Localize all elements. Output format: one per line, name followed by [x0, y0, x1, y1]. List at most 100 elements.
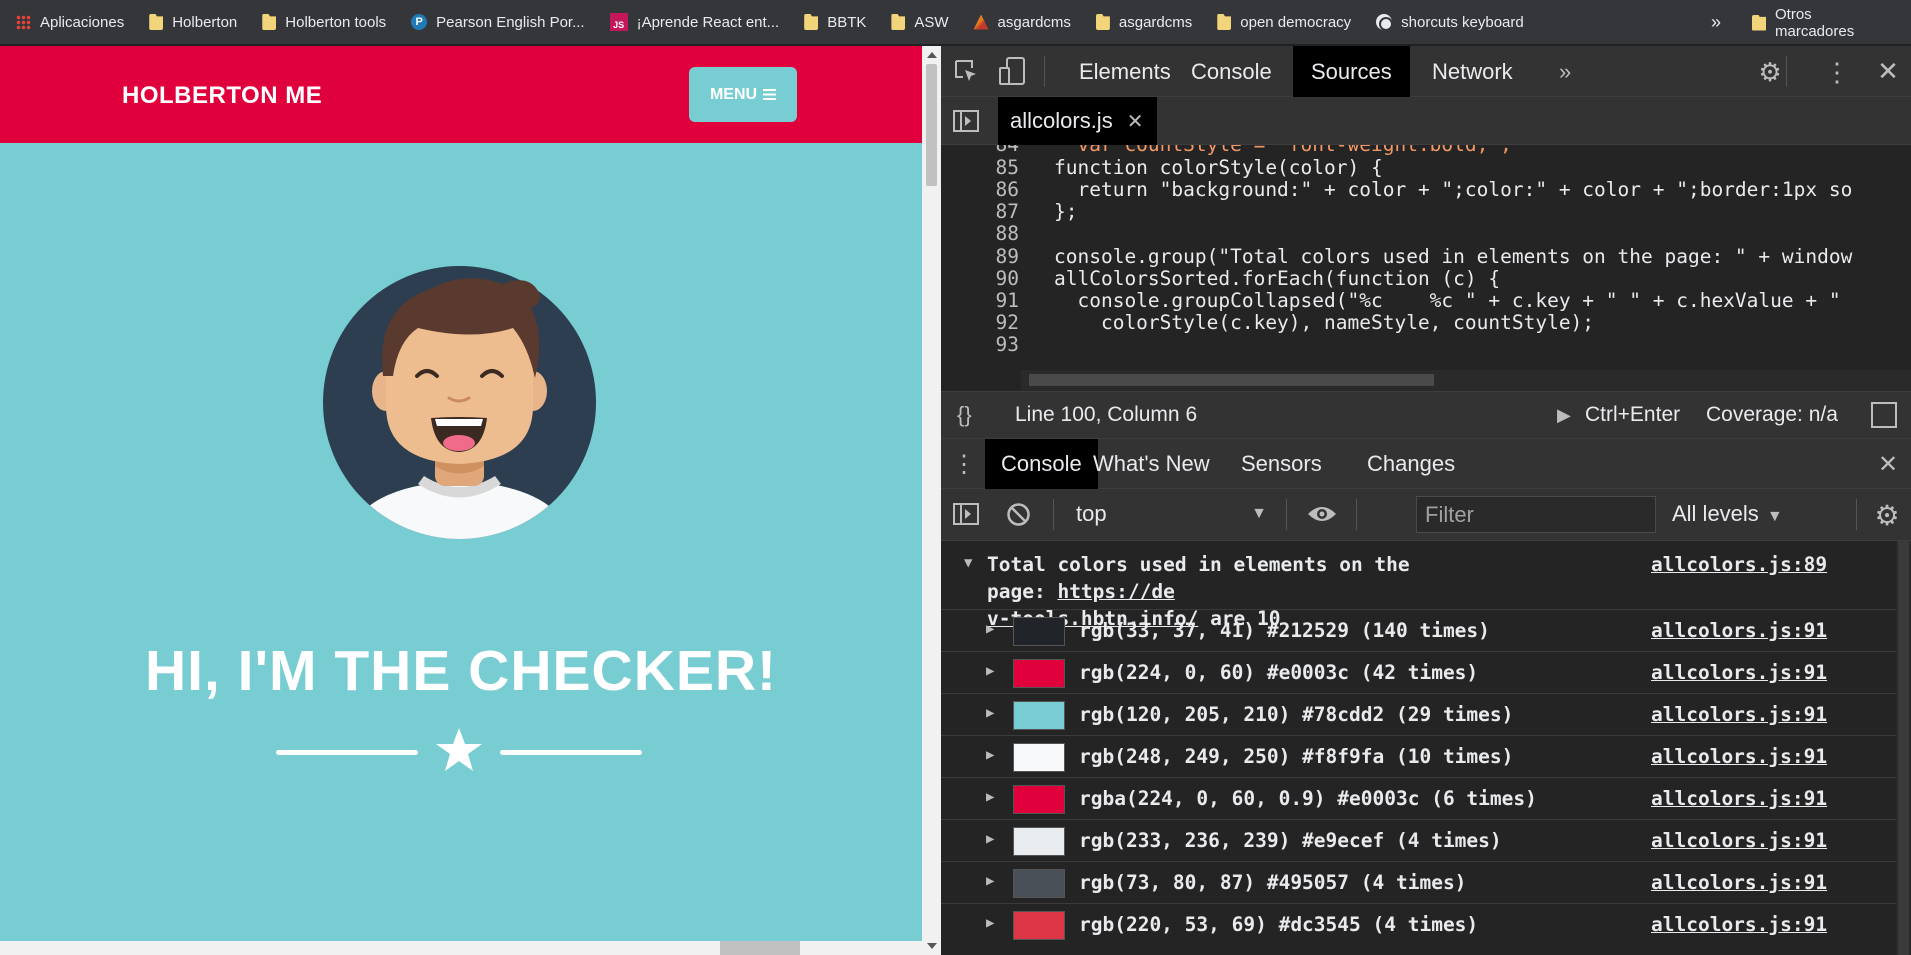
- folder-icon: [1217, 14, 1232, 30]
- pretty-print-icon[interactable]: {}: [957, 392, 972, 438]
- settings-gear-icon[interactable]: ⚙: [1757, 57, 1783, 87]
- console-filter-input[interactable]: [1416, 496, 1656, 533]
- console-vertical-scrollbar[interactable]: [1896, 541, 1911, 955]
- file-tab-label: allcolors.js: [1010, 108, 1113, 133]
- asgardcms-icon: [973, 14, 989, 30]
- scrollbar-thumb[interactable]: [1898, 541, 1909, 955]
- bookmark-shortcuts-keyboard[interactable]: shorcuts keyboard: [1376, 14, 1524, 31]
- toggle-navigator-icon[interactable]: [953, 109, 979, 133]
- collapsed-triangle-icon[interactable]: ▶: [986, 789, 994, 805]
- page-horizontal-scrollbar[interactable]: [0, 941, 922, 955]
- more-options-icon[interactable]: ⋮: [1824, 57, 1850, 87]
- expanded-triangle-icon[interactable]: ▼: [964, 555, 972, 571]
- collapsed-triangle-icon[interactable]: ▶: [986, 747, 994, 763]
- device-toolbar-icon[interactable]: [998, 56, 1026, 86]
- code-editor[interactable]: 84 var countStyle = "font-weight:bold;";…: [941, 145, 1911, 391]
- scrollbar-thumb[interactable]: [1029, 374, 1434, 386]
- console-output: ▼ Total colors used in elements on the p…: [941, 541, 1911, 955]
- run-shortcut[interactable]: Ctrl+Enter: [1585, 392, 1680, 438]
- source-link[interactable]: allcolors.js:91: [1651, 694, 1827, 736]
- collapsed-triangle-icon[interactable]: ▶: [986, 915, 994, 931]
- bookmark-aprende-react[interactable]: JS ¡Aprende React ent...: [609, 13, 780, 31]
- close-drawer-icon[interactable]: ✕: [1875, 451, 1901, 478]
- console-color-row[interactable]: ▶ rgb(248, 249, 250) #f8f9fa (10 times) al…: [941, 735, 1896, 777]
- collapsed-triangle-icon[interactable]: ▶: [986, 873, 994, 889]
- console-color-row[interactable]: ▶ rgb(220, 53, 69) #dc3545 (4 times) allco…: [941, 903, 1896, 945]
- bookmark-holberton[interactable]: Holberton: [149, 14, 237, 31]
- bookmark-open-democracy[interactable]: open democracy: [1217, 14, 1351, 31]
- scrollbar-thumb[interactable]: [926, 64, 937, 186]
- drawer-tab-whats-new[interactable]: What's New: [1075, 439, 1228, 489]
- drawer-tab-sensors[interactable]: Sensors: [1223, 439, 1340, 489]
- bookmark-asw[interactable]: ASW: [891, 14, 949, 31]
- collapsed-triangle-icon[interactable]: ▶: [986, 831, 994, 847]
- source-link[interactable]: allcolors.js:91: [1651, 610, 1827, 652]
- tab-network[interactable]: Network: [1414, 46, 1531, 97]
- close-tab-icon[interactable]: ✕: [1127, 111, 1144, 133]
- clear-console-icon[interactable]: [1006, 502, 1031, 527]
- bookmarks-overflow-button[interactable]: »: [1711, 0, 1721, 45]
- source-link[interactable]: allcolors.js:91: [1651, 736, 1827, 778]
- inspect-element-icon[interactable]: [953, 58, 979, 84]
- console-color-row[interactable]: ▶ rgb(33, 37, 41) #212529 (140 times) allc…: [941, 609, 1896, 651]
- scroll-down-arrow-icon[interactable]: [927, 943, 937, 949]
- source-link[interactable]: allcolors.js:91: [1651, 904, 1827, 946]
- close-devtools-icon[interactable]: ✕: [1875, 56, 1901, 86]
- color-swatch: [1013, 659, 1065, 688]
- tab-sources[interactable]: Sources: [1293, 46, 1410, 97]
- page-vertical-scrollbar[interactable]: [922, 46, 941, 955]
- console-color-row[interactable]: ▶ rgb(73, 80, 87) #495057 (4 times) allcol…: [941, 861, 1896, 903]
- run-snippet-icon[interactable]: ▶: [1557, 392, 1571, 438]
- code-text: return "background:" + color + ";color:"…: [1054, 178, 1853, 201]
- console-color-row[interactable]: ▶ rgb(120, 205, 210) #78cdd2 (29 times) al…: [941, 693, 1896, 735]
- bookmark-apps[interactable]: Aplicaciones: [16, 14, 124, 31]
- editor-horizontal-scrollbar[interactable]: [1021, 370, 1911, 391]
- folder-icon: [149, 14, 164, 30]
- source-link[interactable]: allcolors.js:91: [1651, 820, 1827, 862]
- js-icon: JS: [609, 13, 628, 31]
- console-settings-gear-icon[interactable]: ⚙: [1873, 500, 1901, 531]
- color-swatch: [1013, 869, 1065, 898]
- color-swatch: [1013, 617, 1065, 646]
- collapsed-triangle-icon[interactable]: ▶: [986, 621, 994, 637]
- source-link[interactable]: allcolors.js:91: [1651, 652, 1827, 694]
- collapsed-triangle-icon[interactable]: ▶: [986, 705, 994, 721]
- source-link[interactable]: allcolors.js:91: [1651, 778, 1827, 820]
- toggle-sidebar-icon[interactable]: [953, 502, 979, 526]
- brand-logo-text[interactable]: HOLBERTON ME: [122, 82, 322, 110]
- source-link[interactable]: allcolors.js:91: [1651, 862, 1827, 904]
- menu-button[interactable]: MENU: [689, 67, 797, 122]
- bookmark-bbtk[interactable]: BBTK: [804, 14, 866, 31]
- bookmark-label: Otros marcadores: [1775, 5, 1855, 40]
- console-color-row[interactable]: ▶ rgb(224, 0, 60) #e0003c (42 times) allco…: [941, 651, 1896, 693]
- bookmark-label: shorcuts keyboard: [1401, 13, 1524, 31]
- toolbar-divider: [1044, 56, 1045, 87]
- chevron-down-icon: ▼: [1251, 505, 1267, 522]
- tab-elements[interactable]: Elements: [1061, 46, 1189, 97]
- drawer-tab-changes[interactable]: Changes: [1349, 439, 1473, 489]
- scroll-up-arrow-icon[interactable]: [927, 52, 937, 58]
- source-link[interactable]: allcolors.js:89: [1651, 551, 1827, 578]
- bookmark-asgardcms-folder[interactable]: asgardcms: [1095, 14, 1192, 31]
- drawer-menu-icon[interactable]: ⋮: [952, 451, 976, 478]
- console-group-header[interactable]: ▼ Total colors used in elements on the p…: [941, 549, 1896, 630]
- toggle-debugger-icon[interactable]: [1871, 402, 1897, 428]
- console-color-row[interactable]: ▶ rgb(233, 236, 239) #e9ecef (4 times) all…: [941, 819, 1896, 861]
- more-tabs-icon[interactable]: »: [1559, 46, 1571, 97]
- bookmark-holberton-tools[interactable]: Holberton tools: [262, 14, 386, 31]
- bookmark-pearson[interactable]: P Pearson English Por...: [411, 14, 585, 31]
- collapsed-triangle-icon[interactable]: ▶: [986, 663, 994, 679]
- live-expression-eye-icon[interactable]: [1307, 502, 1337, 526]
- tab-console[interactable]: Console: [1173, 46, 1290, 97]
- color-swatch: [1013, 911, 1065, 940]
- log-levels-dropdown[interactable]: All levels ▼: [1672, 497, 1783, 531]
- console-color-row[interactable]: ▶ rgba(224, 0, 60, 0.9) #e0003c (6 times)…: [941, 777, 1896, 819]
- scrollbar-thumb[interactable]: [720, 941, 800, 955]
- bookmark-label: Holberton: [172, 13, 238, 31]
- bookmark-asgardcms-site[interactable]: asgardcms: [973, 14, 1071, 31]
- context-select[interactable]: top ▼: [1076, 497, 1267, 531]
- bookmark-label: ¡Aprende React ent...: [636, 13, 780, 31]
- bookmark-other-bookmarks[interactable]: Otros marcadores: [1752, 0, 1886, 45]
- group-link[interactable]: https://de: [1057, 580, 1174, 603]
- file-tab-allcolors[interactable]: allcolors.js ✕: [998, 97, 1158, 145]
